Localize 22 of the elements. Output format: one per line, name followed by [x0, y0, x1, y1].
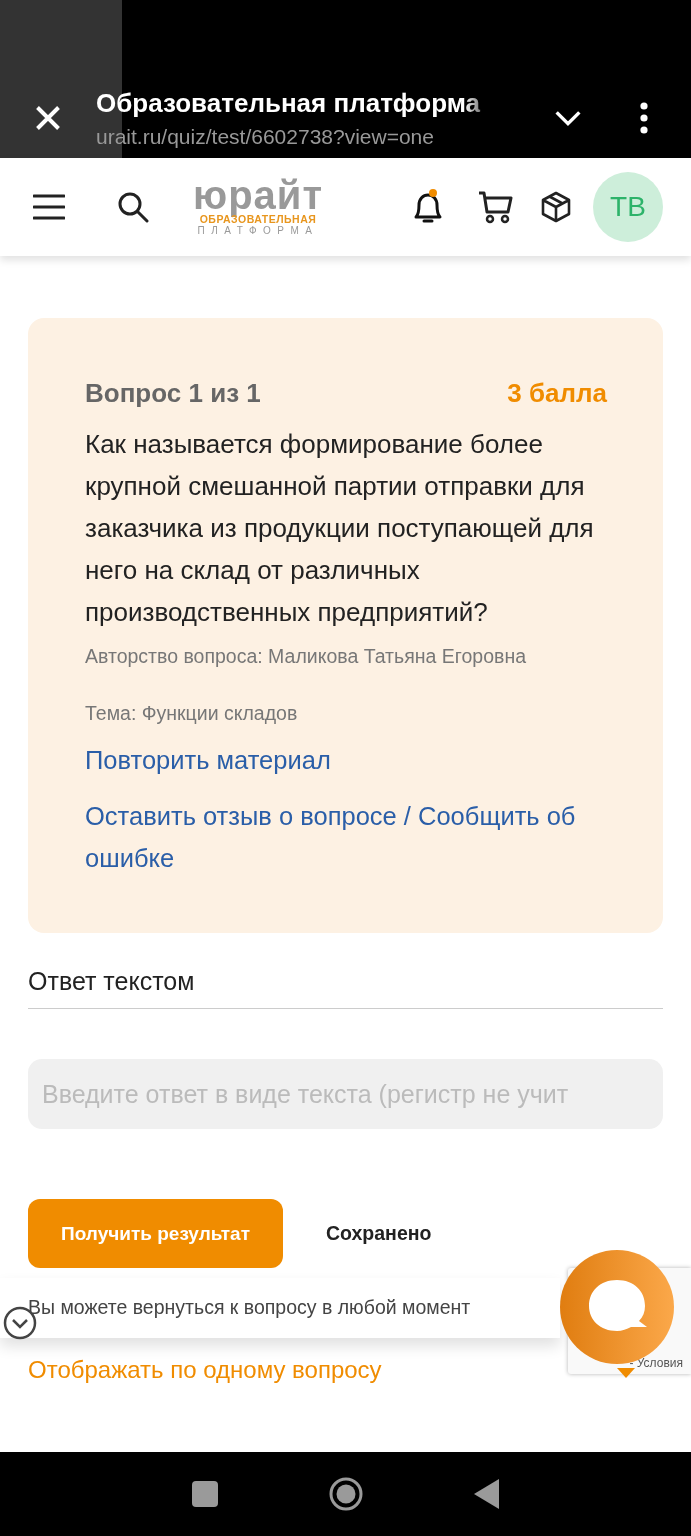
logo-tagline: ПЛАТФОРМА	[197, 225, 319, 237]
review-material-link[interactable]: Повторить материал	[85, 739, 607, 781]
question-topic: Тема: Функции складов	[85, 702, 299, 725]
home-icon[interactable]	[327, 1476, 364, 1512]
back-icon[interactable]	[473, 1479, 500, 1509]
box-icon[interactable]	[541, 191, 571, 223]
recent-apps-icon[interactable]	[191, 1481, 218, 1507]
search-icon[interactable]	[117, 191, 149, 223]
question-counter: Вопрос 1 из 1	[85, 378, 261, 409]
menu-icon[interactable]	[33, 194, 65, 220]
page-title: Образовательная платформа	[96, 87, 482, 119]
save-status: Сохранено	[326, 1222, 432, 1245]
recaptcha-terms-link[interactable]: - Условия	[629, 1356, 683, 1370]
hint-text: Вы можете вернуться к вопросу в любой момент	[0, 1278, 560, 1338]
cart-icon[interactable]	[477, 190, 513, 224]
url-text: urait.ru/quiz/test/6602738?view=one	[96, 124, 435, 149]
question-points: 3 балла	[507, 378, 607, 409]
question-text: Как называется формирование более крупной смешанной партии отправки для заказчика из продукции поступающей для него на склад от различных производственных предприятий?	[85, 428, 595, 629]
answer-label: Ответ текстом	[28, 967, 663, 1009]
question-author: Авторство вопроса: Маликова Татьяна Егоровна	[85, 645, 527, 668]
feedback-link[interactable]: Оставить отзыв о вопросе / Сообщить об ошибке	[85, 795, 607, 879]
more-icon[interactable]	[639, 102, 649, 134]
